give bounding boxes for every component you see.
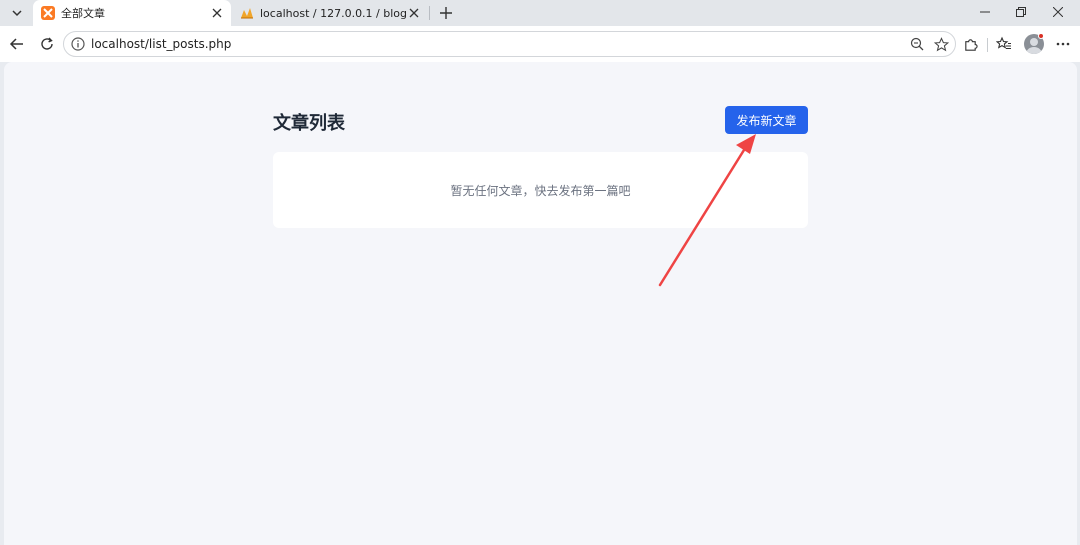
address-bar[interactable]: localhost/list_posts.php: [63, 31, 956, 57]
zoom-icon[interactable]: [907, 34, 927, 54]
star-icon[interactable]: [931, 34, 951, 54]
tab-actions-button[interactable]: [6, 2, 28, 24]
empty-message: 暂无任何文章，快去发布第一篇吧: [450, 183, 631, 198]
close-icon[interactable]: [209, 5, 225, 21]
close-icon[interactable]: [406, 5, 422, 21]
page-title: 文章列表: [273, 113, 345, 134]
more-icon: [1056, 42, 1070, 46]
tab-strip: 全部文章 localhost / 127.0.0.1 / blog / user…: [0, 0, 1080, 26]
window-close-icon: [1053, 7, 1063, 17]
tab-separator: [429, 6, 430, 20]
back-icon: [9, 38, 23, 50]
extensions-icon: [964, 38, 978, 51]
window-close-button[interactable]: [1040, 0, 1076, 24]
toolbar-divider: [987, 38, 988, 52]
reload-button[interactable]: [36, 33, 58, 55]
new-tab-button[interactable]: [436, 2, 456, 24]
empty-posts-card: 暂无任何文章，快去发布第一篇吧: [273, 152, 808, 228]
xampp-favicon-icon: [41, 6, 55, 20]
publish-new-post-button[interactable]: 发布新文章: [725, 106, 808, 134]
minimize-icon: [980, 11, 990, 13]
chevron-down-icon: [12, 10, 22, 17]
reload-icon: [41, 37, 53, 50]
restore-button[interactable]: [1003, 0, 1039, 24]
extensions-button[interactable]: [959, 33, 981, 55]
browser-toolbar: localhost/list_posts.php: [0, 26, 1080, 62]
favorites-button[interactable]: [993, 33, 1015, 55]
tab-title: localhost / 127.0.0.1 / blog / users: [260, 6, 406, 20]
tab-phpmyadmin[interactable]: localhost / 127.0.0.1 / blog / users: [232, 0, 428, 26]
restore-icon: [1016, 7, 1026, 17]
plus-icon: [440, 7, 452, 19]
phpmyadmin-favicon-icon: [241, 8, 253, 19]
info-icon[interactable]: [71, 37, 85, 51]
page-viewport: 文章列表 发布新文章 暂无任何文章，快去发布第一篇吧: [4, 62, 1077, 545]
tab-all-posts[interactable]: 全部文章: [33, 0, 231, 26]
tab-title: 全部文章: [61, 7, 105, 20]
more-button[interactable]: [1052, 33, 1074, 55]
minimize-button[interactable]: [967, 0, 1003, 24]
url-text[interactable]: localhost/list_posts.php: [91, 37, 907, 51]
favorites-icon: [996, 36, 1011, 50]
back-button[interactable]: [6, 33, 28, 55]
notification-dot: [1038, 33, 1044, 39]
